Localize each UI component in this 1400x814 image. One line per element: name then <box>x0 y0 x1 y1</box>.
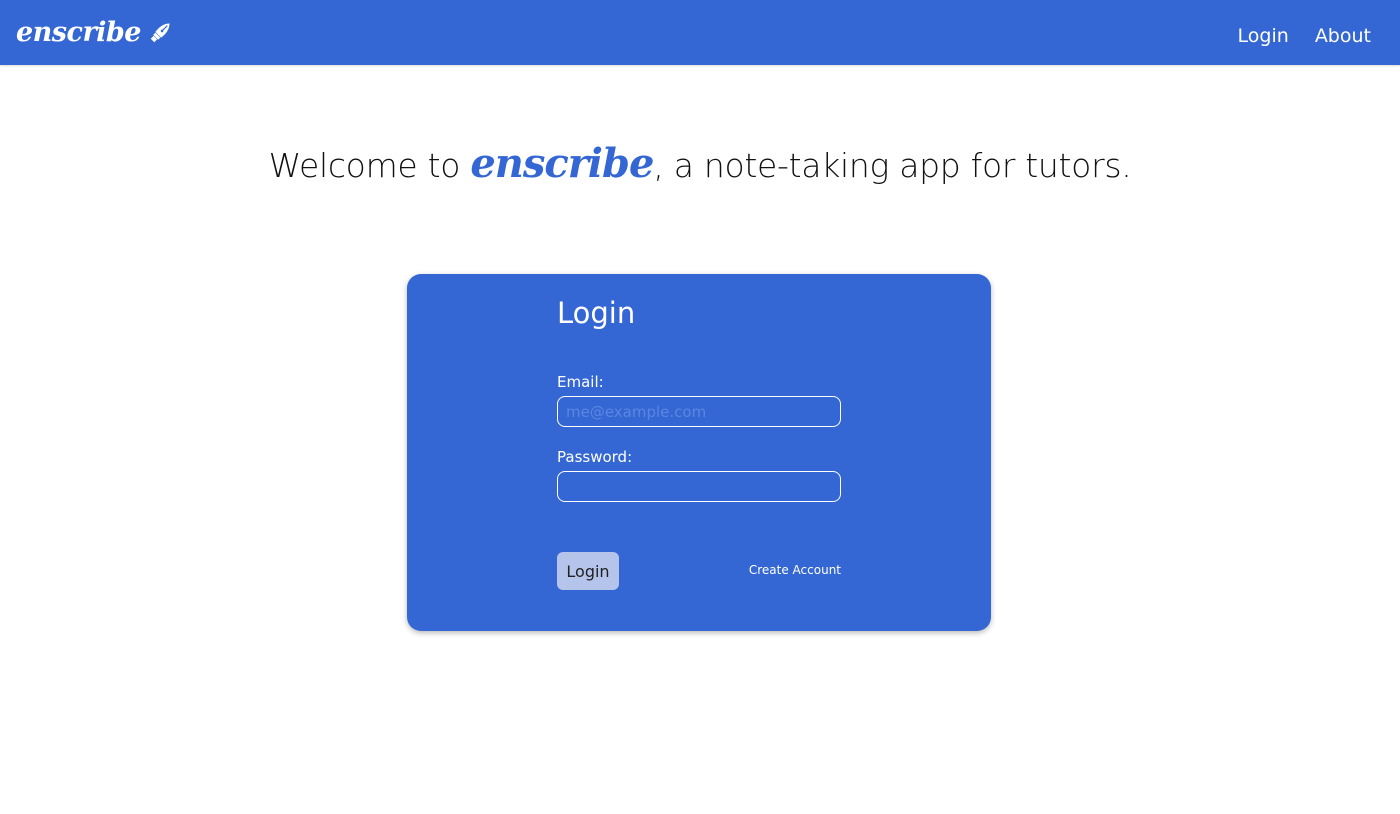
fountain-pen-icon <box>148 19 174 45</box>
welcome-prefix: Welcome to <box>268 146 471 185</box>
email-field[interactable] <box>557 396 841 427</box>
password-field[interactable] <box>557 471 841 502</box>
top-navbar: enscribe Login About <box>0 0 1400 65</box>
login-button[interactable]: Login <box>557 552 619 590</box>
email-label: Email: <box>557 373 604 391</box>
brand-name: enscribe <box>16 16 142 48</box>
login-title: Login <box>557 296 636 330</box>
brand-logo-link[interactable]: enscribe <box>16 12 174 52</box>
login-card: Login Email: Password: Login Create Acco… <box>407 274 991 631</box>
welcome-heading: Welcome to enscribe, a note-taking app f… <box>0 140 1400 187</box>
nav-about-link[interactable]: About <box>1315 25 1371 47</box>
welcome-suffix: , a note-taking app for tutors. <box>653 146 1132 185</box>
password-label: Password: <box>557 448 633 466</box>
nav-links: Login About <box>1212 0 1371 72</box>
create-account-link[interactable]: Create Account <box>749 563 841 577</box>
welcome-brand-name: enscribe <box>470 140 654 187</box>
nav-login-link[interactable]: Login <box>1238 25 1289 47</box>
